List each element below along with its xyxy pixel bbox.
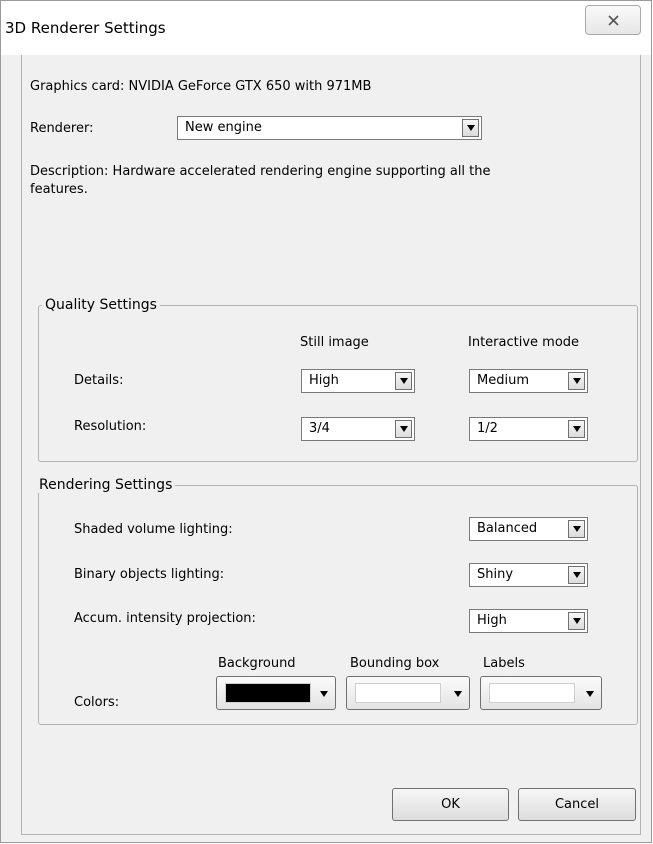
labels-color-swatch xyxy=(489,683,575,703)
renderer-value: New engine xyxy=(185,120,262,135)
renderer-settings-dialog: 3D Renderer Settings Graphics card: NVID… xyxy=(0,0,652,843)
background-color-header: Background xyxy=(218,656,296,671)
chevron-down-icon[interactable] xyxy=(395,372,412,390)
resolution-still-select[interactable]: 3/4 xyxy=(301,417,415,441)
close-icon xyxy=(607,14,619,26)
description-line-2: features. xyxy=(30,182,88,197)
dialog-content: Graphics card: NVIDIA GeForce GTX 650 wi… xyxy=(21,55,641,835)
binary-objects-lighting-value: Shiny xyxy=(477,567,514,582)
close-button[interactable] xyxy=(585,5,641,35)
details-interactive-value: Medium xyxy=(477,373,529,388)
chevron-down-icon[interactable] xyxy=(568,566,585,584)
chevron-down-icon xyxy=(586,691,594,697)
ok-button[interactable]: OK xyxy=(392,788,509,821)
interactive-mode-header: Interactive mode xyxy=(468,335,580,350)
graphics-card-info: Graphics card: NVIDIA GeForce GTX 650 wi… xyxy=(30,79,372,94)
details-still-value: High xyxy=(309,373,339,388)
colors-label: Colors: xyxy=(74,695,120,710)
labels-color-picker[interactable] xyxy=(480,676,602,710)
background-color-swatch xyxy=(225,683,311,703)
still-image-header: Still image xyxy=(300,335,369,350)
chevron-down-icon xyxy=(454,691,462,697)
renderer-select[interactable]: New engine xyxy=(177,116,482,140)
chevron-down-icon[interactable] xyxy=(462,119,479,137)
bounding-box-color-swatch xyxy=(355,683,441,703)
accum-intensity-projection-label: Accum. intensity projection: xyxy=(74,611,256,626)
quality-settings-legend: Quality Settings xyxy=(42,297,160,313)
shaded-volume-lighting-label: Shaded volume lighting: xyxy=(74,522,233,537)
rendering-settings-legend: Rendering Settings xyxy=(36,477,176,493)
binary-objects-lighting-label: Binary objects lighting: xyxy=(74,567,225,582)
bounding-box-color-picker[interactable] xyxy=(346,676,470,710)
chevron-down-icon xyxy=(320,691,328,697)
resolution-still-value: 3/4 xyxy=(309,421,330,436)
description-line-1: Description: Hardware accelerated render… xyxy=(30,164,491,179)
chevron-down-icon[interactable] xyxy=(568,372,585,390)
shaded-volume-lighting-value: Balanced xyxy=(477,521,538,536)
details-label: Details: xyxy=(74,373,124,388)
window-title: 3D Renderer Settings xyxy=(5,19,166,37)
accum-intensity-projection-select[interactable]: High xyxy=(469,609,588,633)
cancel-button[interactable]: Cancel xyxy=(518,788,636,821)
resolution-interactive-select[interactable]: 1/2 xyxy=(469,417,588,441)
resolution-interactive-value: 1/2 xyxy=(477,421,498,436)
bounding-box-color-header: Bounding box xyxy=(350,656,440,671)
shaded-volume-lighting-select[interactable]: Balanced xyxy=(469,517,588,541)
details-interactive-select[interactable]: Medium xyxy=(469,369,588,393)
resolution-label: Resolution: xyxy=(74,419,147,434)
chevron-down-icon[interactable] xyxy=(568,520,585,538)
background-color-picker[interactable] xyxy=(216,676,336,710)
renderer-label: Renderer: xyxy=(30,121,94,136)
chevron-down-icon[interactable] xyxy=(568,420,585,438)
title-bar[interactable]: 3D Renderer Settings xyxy=(1,1,651,55)
chevron-down-icon[interactable] xyxy=(395,420,412,438)
binary-objects-lighting-select[interactable]: Shiny xyxy=(469,563,588,587)
chevron-down-icon[interactable] xyxy=(568,612,585,630)
accum-intensity-projection-value: High xyxy=(477,613,507,628)
labels-color-header: Labels xyxy=(483,656,525,671)
details-still-select[interactable]: High xyxy=(301,369,415,393)
